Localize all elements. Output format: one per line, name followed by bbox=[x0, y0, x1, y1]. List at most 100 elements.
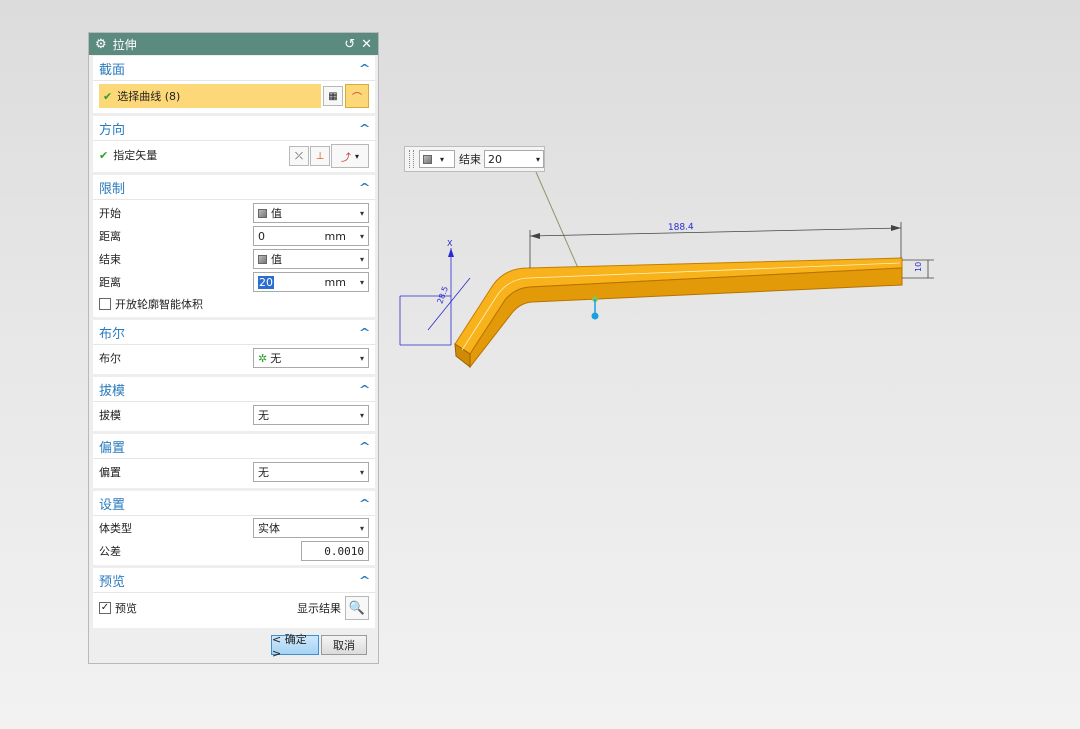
direction-title: 方向 bbox=[99, 122, 126, 138]
axis-x-label: X bbox=[447, 239, 453, 248]
chevron-up-icon[interactable]: ^ bbox=[358, 326, 370, 339]
select-curve-label: 选择曲线 (8) bbox=[117, 90, 181, 103]
draft-title: 拔模 bbox=[99, 383, 126, 399]
end-value-combo[interactable]: 20 ▾ bbox=[484, 150, 544, 168]
draft-section: 拔模 ^ 拔模 无 ▾ bbox=[93, 377, 375, 431]
dim-length-label[interactable]: 188.4 bbox=[668, 222, 694, 233]
tolerance-input[interactable]: 0.0010 bbox=[301, 541, 369, 561]
check-icon: ✔ bbox=[103, 89, 113, 103]
chevron-down-icon: ▾ bbox=[359, 523, 364, 533]
preview-checkbox[interactable]: ✓ bbox=[99, 602, 111, 614]
chevron-down-icon: ▾ bbox=[354, 151, 359, 161]
sketch-section-button[interactable]: ▦ bbox=[323, 86, 343, 106]
reverse-direction-button[interactable]: ⤫ bbox=[289, 146, 309, 166]
ok-button[interactable]: < 确定 > bbox=[271, 633, 319, 660]
distance1-value[interactable]: 0 bbox=[258, 230, 325, 243]
chevron-up-icon[interactable]: ^ bbox=[358, 62, 370, 75]
offset-title: 偏置 bbox=[99, 440, 126, 456]
vector-type-dropdown[interactable]: ⤴ ▾ bbox=[331, 144, 369, 168]
boolean-value: 无 bbox=[270, 352, 282, 365]
limits-section: 限制 ^ 开始 值 ▾ 距离 0 mm ▾ 结束 值 ▾ 距离 20 mm ▾ … bbox=[93, 175, 375, 317]
curve-select-button[interactable]: ⌒ bbox=[345, 84, 369, 108]
cancel-button[interactable]: 取消 bbox=[321, 635, 367, 655]
limits-title: 限制 bbox=[99, 181, 126, 197]
start-type-dropdown[interactable]: 值 ▾ bbox=[253, 203, 369, 223]
preview-title: 预览 bbox=[99, 574, 126, 590]
curve-icon: ⌒ bbox=[352, 92, 362, 104]
preview-row: ✓ 预览 显示结果 bbox=[99, 597, 369, 619]
preview-header[interactable]: 预览 ^ bbox=[93, 568, 375, 593]
boolean-title: 布尔 bbox=[99, 326, 126, 342]
close-icon[interactable]: ✕ bbox=[361, 37, 372, 52]
end-type-dropdown[interactable]: 值 ▾ bbox=[253, 249, 369, 269]
vector-icon: ⊥ bbox=[315, 150, 325, 162]
chevron-down-icon[interactable]: ▾ bbox=[360, 278, 364, 287]
offset-section: 偏置 ^ 偏置 无 ▾ bbox=[93, 434, 375, 488]
offset-dropdown[interactable]: 无 ▾ bbox=[253, 462, 369, 482]
show-result-label: 显示结果 bbox=[297, 602, 341, 615]
floating-toolbar: ▾ 结束 20 ▾ bbox=[404, 146, 545, 172]
body-type-value: 实体 bbox=[258, 522, 280, 535]
chevron-up-icon[interactable]: ^ bbox=[358, 181, 370, 194]
preview-label: 预览 bbox=[115, 602, 137, 615]
body-type-dropdown[interactable]: ▾ bbox=[419, 150, 455, 168]
dim-length-arrow-right bbox=[891, 225, 901, 231]
boolean-header[interactable]: 布尔 ^ bbox=[93, 320, 375, 345]
boolean-section: 布尔 ^ 布尔 ✲ 无 ▾ bbox=[93, 320, 375, 374]
reset-icon[interactable]: ↺ bbox=[344, 37, 355, 52]
chevron-up-icon[interactable]: ^ bbox=[358, 574, 370, 587]
show-result-button[interactable]: 🔍 bbox=[345, 596, 369, 620]
dialog-titlebar[interactable]: ⚙ 拉伸 ↺ ✕ bbox=[89, 33, 378, 55]
end-value-text[interactable]: 20 bbox=[488, 153, 536, 166]
chevron-up-icon[interactable]: ^ bbox=[358, 440, 370, 453]
select-curve-row[interactable]: ✔ 选择曲线 (8) bbox=[99, 84, 321, 108]
dim-angle-diag bbox=[427, 277, 471, 331]
direction-header[interactable]: 方向 ^ bbox=[93, 116, 375, 141]
draft-dropdown[interactable]: 无 ▾ bbox=[253, 405, 369, 425]
preview-section: 预览 ^ ✓ 预览 显示结果 🔍 bbox=[93, 568, 375, 628]
distance2-value[interactable]: 20 bbox=[258, 275, 274, 289]
reverse-icon: ⤫ bbox=[295, 150, 303, 162]
dim-angle-label[interactable]: 28.5 bbox=[435, 285, 450, 305]
chevron-down-icon: ▾ bbox=[359, 208, 364, 218]
distance1-input[interactable]: 0 mm ▾ bbox=[253, 226, 369, 246]
limits-header[interactable]: 限制 ^ bbox=[93, 175, 375, 200]
vector-dialog-button[interactable]: ⊥ bbox=[310, 146, 330, 166]
direction-section: 方向 ^ ✔ 指定矢量 ⤫ ⊥ ⤴ ▾ bbox=[93, 116, 375, 172]
open-profile-checkbox[interactable] bbox=[99, 298, 111, 310]
section-section: 截面 ^ ✔ 选择曲线 (8) ▦ ⌒ bbox=[93, 56, 375, 113]
chevron-down-icon[interactable]: ▾ bbox=[360, 232, 364, 241]
section-header[interactable]: 截面 ^ bbox=[93, 56, 375, 81]
check-icon: ✔ bbox=[99, 148, 109, 162]
open-profile-row[interactable]: 开放轮廓智能体积 bbox=[99, 293, 369, 315]
settings-title: 设置 bbox=[99, 497, 126, 513]
boolean-dropdown[interactable]: ✲ 无 ▾ bbox=[253, 348, 369, 368]
start-type-value: 值 bbox=[271, 207, 282, 220]
distance2-input[interactable]: 20 mm ▾ bbox=[253, 272, 369, 292]
draft-header[interactable]: 拔模 ^ bbox=[93, 377, 375, 402]
offset-header[interactable]: 偏置 ^ bbox=[93, 434, 375, 459]
toolbar-grip[interactable] bbox=[409, 150, 414, 168]
extrude-dialog: ⚙ 拉伸 ↺ ✕ 截面 ^ ✔ 选择曲线 (8) ▦ ⌒ 方向 ^ ✔ 指定矢量… bbox=[88, 32, 379, 664]
chevron-down-icon: ▾ bbox=[359, 254, 364, 264]
chevron-up-icon[interactable]: ^ bbox=[358, 383, 370, 396]
chevron-up-icon[interactable]: ^ bbox=[358, 497, 370, 510]
gear-icon[interactable]: ⚙ bbox=[95, 37, 107, 52]
draft-value: 无 bbox=[258, 409, 269, 422]
body-type-dropdown[interactable]: 实体 ▾ bbox=[253, 518, 369, 538]
axis-icon: ⤴ bbox=[340, 152, 351, 164]
chevron-down-icon: ▾ bbox=[535, 154, 540, 164]
direction-handle-tip[interactable] bbox=[591, 312, 599, 320]
settings-header[interactable]: 设置 ^ bbox=[93, 491, 375, 516]
dialog-title: 拉伸 bbox=[112, 37, 137, 52]
magnifier-icon: 🔍 bbox=[348, 600, 366, 616]
chevron-up-icon[interactable]: ^ bbox=[358, 122, 370, 135]
cube-icon bbox=[258, 254, 267, 264]
dim-length-line bbox=[529, 227, 902, 237]
dim-height-label[interactable]: 10 bbox=[914, 262, 923, 272]
cube-icon bbox=[258, 208, 267, 218]
dim-length-arrow-left bbox=[530, 233, 540, 239]
offset-value: 无 bbox=[258, 466, 269, 479]
distance1-unit: mm bbox=[324, 229, 346, 243]
section-title: 截面 bbox=[99, 62, 126, 78]
